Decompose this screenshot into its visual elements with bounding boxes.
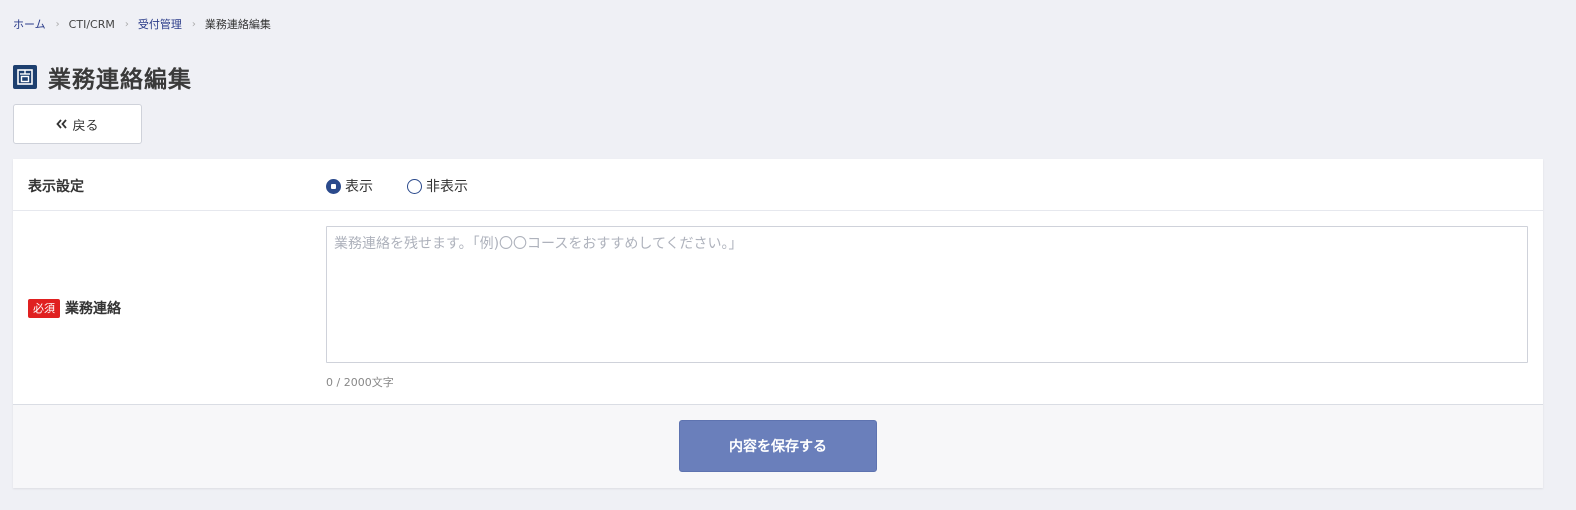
breadcrumb-home[interactable]: ホーム [13,18,46,32]
edit-form-card: 表示設定 表示 非表示 必須 業務連絡 0 / 2000文字 内容を保存する [13,159,1543,488]
breadcrumb-current: 業務連絡編集 [204,18,271,31]
building-icon [13,65,37,89]
radio-unchecked-icon[interactable] [407,178,422,194]
memo-label-group: 必須 業務連絡 [28,298,121,318]
display-setting-label: 表示設定 [28,179,84,195]
back-button-label: 戻る [72,118,99,134]
memo-textarea[interactable] [326,226,1528,363]
radio-show-label: 表示 [345,179,373,195]
display-setting-radio-group: 表示 非表示 [326,176,502,196]
back-button[interactable]: 戻る [13,104,142,144]
breadcrumb: ホーム › CTI/CRM › 受付管理 › 業務連絡編集 [13,18,271,32]
breadcrumb-reception[interactable]: 受付管理 [138,18,182,32]
memo-row: 必須 業務連絡 0 / 2000文字 [13,211,1543,405]
radio-hide-label: 非表示 [426,179,468,195]
display-setting-row: 表示設定 表示 非表示 [13,159,1543,211]
radio-hide[interactable]: 非表示 [407,176,468,196]
save-button[interactable]: 内容を保存する [679,420,877,472]
page-header: 業務連絡編集 [13,60,192,94]
breadcrumb-cti[interactable]: CTI/CRM [69,18,115,32]
double-chevron-left-icon [56,119,68,129]
required-badge: 必須 [28,298,60,318]
memo-label: 業務連絡 [65,301,121,317]
radio-show[interactable]: 表示 [326,176,373,196]
radio-checked-icon[interactable] [326,178,341,194]
form-footer: 内容を保存する [13,405,1543,488]
breadcrumb-separator: › [124,19,129,30]
page-title: 業務連絡編集 [48,67,192,93]
breadcrumb-separator: › [55,19,60,30]
char-count: 0 / 2000文字 [326,376,394,389]
breadcrumb-separator: › [191,19,196,30]
